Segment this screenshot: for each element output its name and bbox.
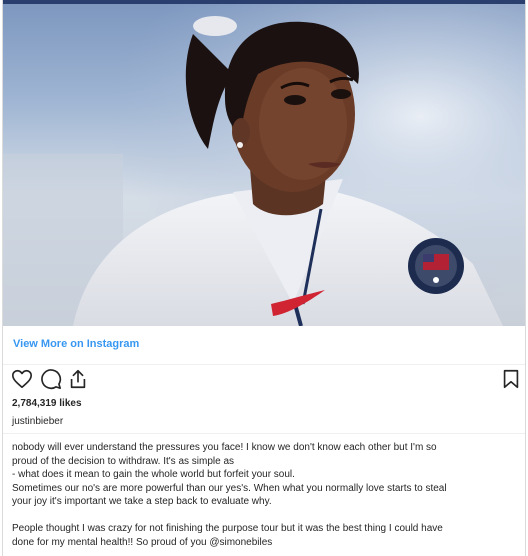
comment-icon[interactable] (40, 368, 62, 390)
divider (3, 433, 525, 434)
caption-line: - what does it mean to gain the whole wo… (12, 469, 295, 480)
caption-line: Sometimes our no's are more powerful tha… (12, 482, 447, 494)
caption-line: proud of the decision to withdraw. It's … (12, 455, 235, 467)
athlete-photo (3, 4, 525, 326)
view-more-link[interactable]: View More on Instagram (13, 338, 139, 350)
heart-icon[interactable] (11, 368, 33, 390)
likes-count[interactable]: 2,784,319 likes (12, 398, 82, 409)
caption-line: People thought I was crazy for not finis… (12, 523, 443, 534)
username[interactable]: justinbieber (12, 416, 63, 427)
post-caption: nobody will ever understand the pressure… (12, 441, 512, 549)
caption-line: done for my mental health!! So proud of … (12, 536, 273, 548)
caption-line: nobody will ever understand the pressure… (12, 442, 437, 453)
view-more-row: View More on Instagram (3, 326, 525, 365)
instagram-embed: View More on Instagram 2,784,319 likes j… (2, 0, 526, 556)
caption-line: your joy it's important we take a step b… (12, 496, 272, 507)
action-bar (3, 368, 525, 392)
bookmark-icon[interactable] (500, 368, 522, 390)
post-photo[interactable] (3, 4, 525, 326)
share-icon[interactable] (67, 368, 89, 390)
